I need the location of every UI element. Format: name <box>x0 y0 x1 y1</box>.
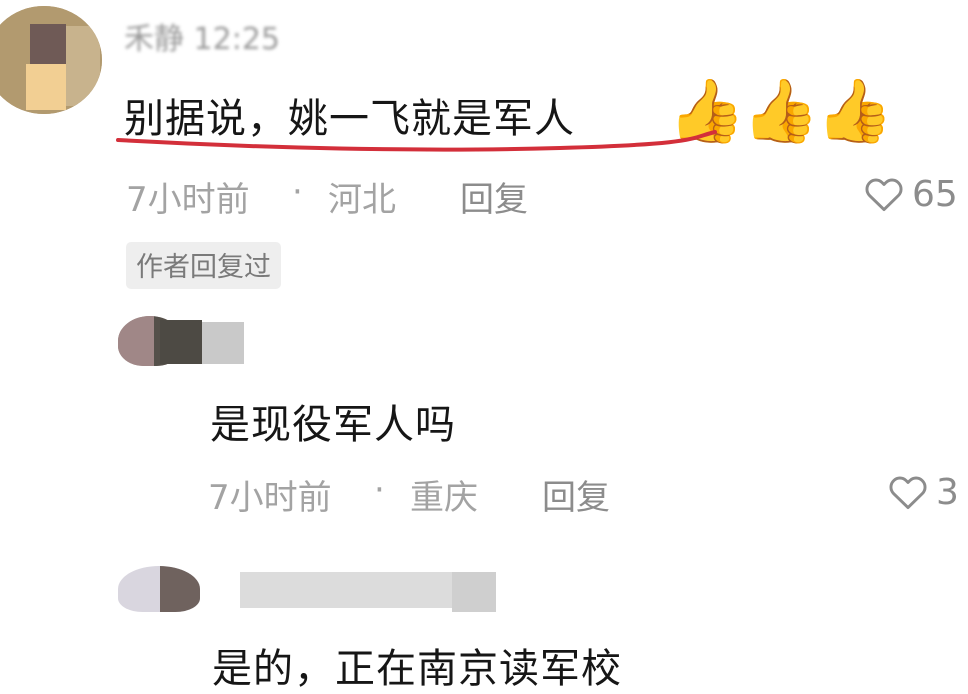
author-replied-badge: 作者回复过 <box>126 242 281 289</box>
comment-time: 7小时前 <box>126 180 250 220</box>
like-button[interactable]: 65 <box>862 172 958 216</box>
meta-separator: · <box>292 172 303 212</box>
like-button[interactable]: 3 <box>886 470 959 514</box>
avatar[interactable] <box>118 566 200 612</box>
reply-button[interactable]: 回复 <box>460 172 528 221</box>
heart-outline-icon <box>862 172 906 216</box>
blurred-username[interactable] <box>200 322 244 364</box>
comment-location: 河北 <box>328 180 396 220</box>
reply-button[interactable]: 回复 <box>542 470 610 519</box>
like-count: 65 <box>912 173 958 215</box>
meta-separator: · <box>374 470 385 510</box>
comment-text: 是的，正在南京读军校 <box>212 646 622 692</box>
heart-outline-icon <box>886 470 930 514</box>
blurred-username[interactable] <box>240 572 476 608</box>
comment-text: 是现役军人吗 <box>210 402 456 448</box>
like-count: 3 <box>936 471 959 513</box>
comment-time: 7小时前 <box>208 478 332 518</box>
blurred-username <box>160 320 202 364</box>
blurred-username <box>452 572 496 612</box>
comment-location: 重庆 <box>410 478 478 518</box>
